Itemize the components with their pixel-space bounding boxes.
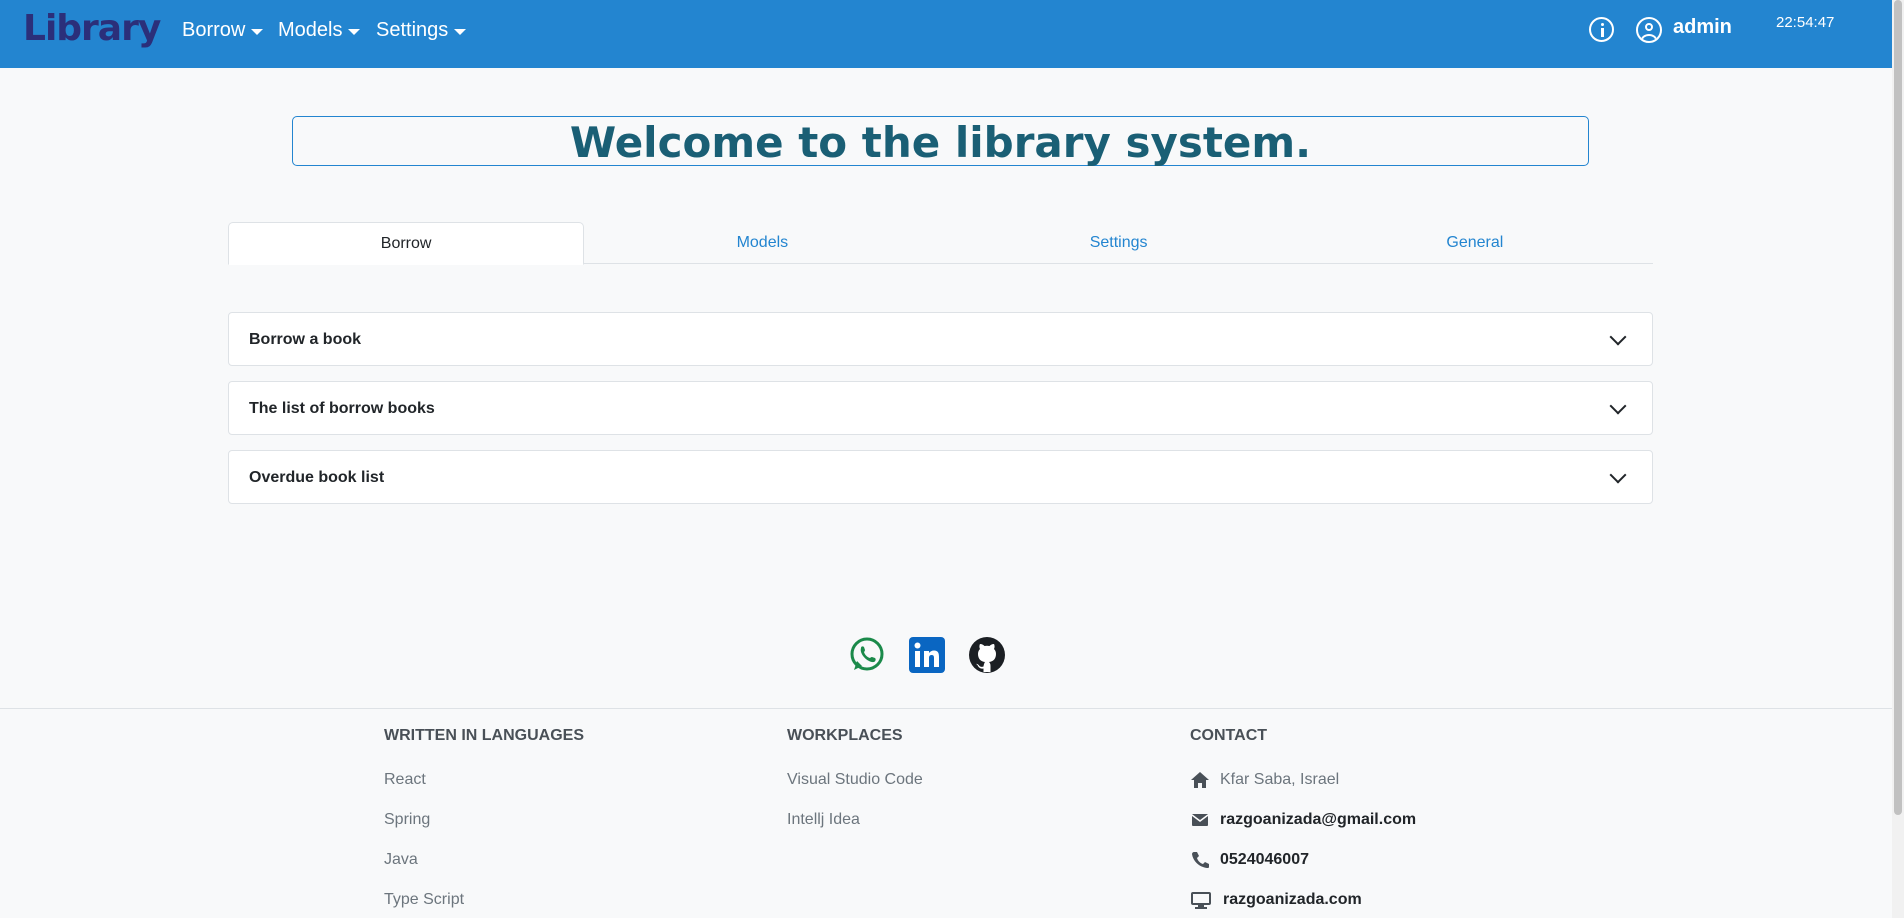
brand-label: Library [23,8,161,49]
home-icon [1190,771,1210,789]
footer-workplaces-title: Workplaces [787,727,903,744]
welcome-title: Welcome to the library system. [569,117,1312,167]
nav-menu-models[interactable]: Models [278,19,361,42]
tab-settings[interactable]: Settings [941,222,1297,264]
caret-down-icon [348,28,361,35]
username[interactable]: admin [1673,16,1732,39]
accordion-label: Borrow a book [249,331,362,348]
envelope-icon [1190,811,1210,829]
nav-menu-settings[interactable]: Settings [376,19,467,42]
footer: Written in languages React Spring Java T… [0,708,1892,918]
nav-menu-borrow-label: Borrow [182,19,246,41]
clock: 22:54:47 [1776,14,1835,31]
caret-down-icon [251,28,264,35]
desktop-icon [1190,891,1212,909]
footer-language-item[interactable]: Type Script [384,891,464,909]
contact-phone-text[interactable]: 0524046007 [1220,851,1309,869]
brand-logo[interactable]: Library [23,8,161,49]
contact-phone[interactable]: 0524046007 [1190,851,1309,869]
accordion-label: Overdue book list [249,469,385,486]
top-navbar: Library Borrow Models Settings admin 22:… [0,0,1892,68]
nav-menu-models-label: Models [278,19,343,41]
contact-website-text[interactable]: razgoanizada.com [1223,891,1362,909]
user-avatar-icon[interactable] [1636,17,1662,43]
phone-icon [1190,851,1210,869]
chevron-down-icon [1609,328,1627,346]
footer-language-item[interactable]: Spring [384,811,430,829]
tab-bar: Borrow Models Settings General [228,222,1653,265]
chevron-down-icon [1609,397,1627,415]
scrollbar[interactable] [1892,0,1904,918]
tab-general[interactable]: General [1297,222,1653,264]
contact-website[interactable]: razgoanizada.com [1190,891,1362,909]
contact-address-text: Kfar Saba, Israel [1220,771,1340,788]
tab-borrow[interactable]: Borrow [228,222,585,265]
accordion-overdue-list[interactable]: Overdue book list [228,450,1653,504]
info-icon[interactable] [1589,17,1614,42]
accordion-borrow-list[interactable]: The list of borrow books [228,381,1653,435]
nav-menu-settings-label: Settings [376,19,449,41]
accordion-borrow-a-book[interactable]: Borrow a book [228,312,1653,366]
scrollbar-thumb[interactable] [1894,0,1902,815]
chevron-down-icon [1609,466,1627,484]
github-icon[interactable] [968,636,1006,674]
footer-language-item[interactable]: Java [384,851,418,869]
footer-language-item[interactable]: React [384,771,426,789]
contact-email-text[interactable]: razgoanizada@gmail.com [1220,811,1416,829]
footer-contact-title: Contact [1190,727,1268,744]
nav-menu-borrow[interactable]: Borrow [182,19,264,42]
footer-languages-title: Written in languages [384,727,584,744]
footer-workplace-item[interactable]: Intellj Idea [787,811,860,829]
linkedin-icon[interactable] [908,636,946,674]
welcome-banner: Welcome to the library system. [292,116,1589,167]
accordion-label: The list of borrow books [249,400,435,417]
caret-down-icon [454,28,467,35]
contact-address: Kfar Saba, Israel [1190,771,1339,789]
whatsapp-icon[interactable] [848,636,886,674]
contact-email[interactable]: razgoanizada@gmail.com [1190,811,1416,829]
footer-workplace-item[interactable]: Visual Studio Code [787,771,923,789]
tab-models[interactable]: Models [584,222,940,264]
